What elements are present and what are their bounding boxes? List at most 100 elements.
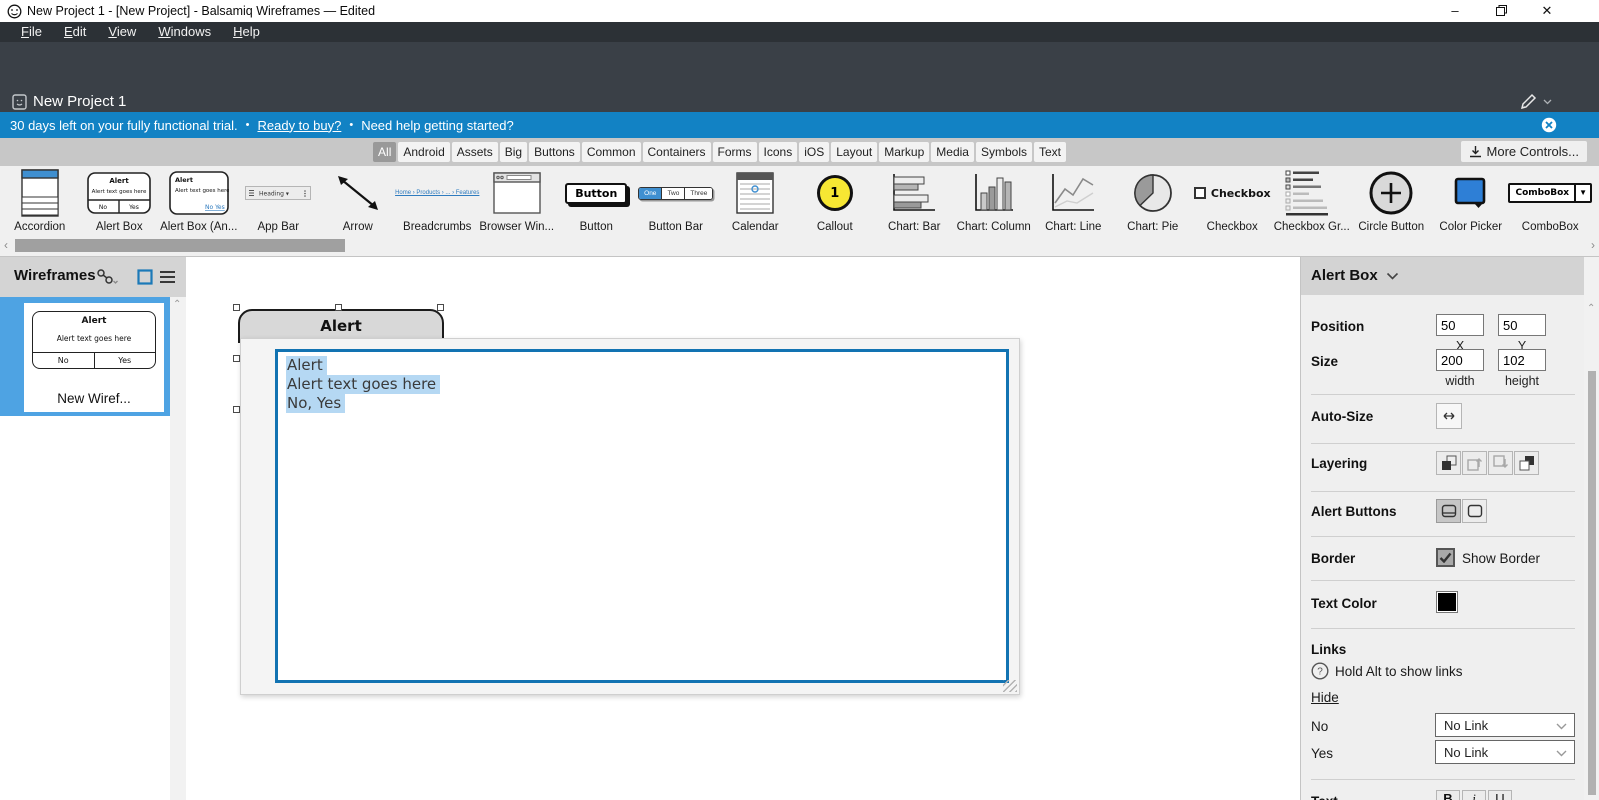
menubar: File Edit View Windows Help [0,22,1599,42]
italic-button[interactable]: i [1462,790,1486,800]
layering-front-button[interactable] [1436,451,1461,475]
selection-handle[interactable] [233,355,240,362]
palette-item-chart-bar[interactable]: Chart: Bar [875,166,955,236]
palette-item-button-bar[interactable]: One Two Three Button Bar [636,166,716,236]
palette-item-callout[interactable]: 1 Callout [795,166,875,236]
palette-item-chart-line[interactable]: Chart: Line [1034,166,1114,236]
selection-handle[interactable] [335,304,342,311]
tab-layout[interactable]: Layout [831,142,878,162]
position-x-input[interactable] [1436,314,1484,336]
window-titlebar: New Project 1 - [New Project] - Balsamiq… [0,0,1599,22]
menu-item-help[interactable]: Help [222,22,271,42]
scroll-up-icon[interactable]: ⌃ [173,299,181,310]
layering-back-button[interactable] [1514,451,1539,475]
tab-common[interactable]: Common [581,142,641,162]
edit-line: Alert [286,356,327,375]
divider [1311,580,1575,581]
show-border-checkbox[interactable] [1436,548,1455,567]
palette-item-checkbox-group[interactable]: Checkbox Gr... [1272,166,1352,236]
palette-item-button[interactable]: Button Button [557,166,637,236]
app-icon [7,4,22,19]
palette-item-alert-box-android[interactable]: Alert Alert text goes here No Yes Alert … [159,166,239,236]
scroll-left-icon[interactable]: ‹ [4,238,8,252]
position-y-input[interactable] [1498,314,1546,336]
tab-media[interactable]: Media [931,142,974,162]
wireframe-skin-button[interactable] [1518,92,1554,114]
tab-big[interactable]: Big [499,142,528,162]
thumbnail-view-button[interactable] [137,269,153,285]
palette-item-calendar[interactable]: Calendar [716,166,796,236]
minimize-button[interactable]: – [1438,0,1472,22]
selection-handle[interactable] [233,406,240,413]
scroll-right-icon[interactable]: › [1591,238,1595,252]
palette-item-color-picker[interactable]: Color Picker [1431,166,1511,236]
svg-text:Yes: Yes [128,204,139,211]
close-button[interactable]: ✕ [1530,0,1564,22]
edit-line: No, Yes [286,394,346,413]
inspector-scrollbar[interactable]: ⌃ [1584,257,1599,800]
tab-ios[interactable]: iOS [799,142,830,162]
canvas[interactable]: Alert Alert Alert text goes here No, Yes [186,257,1300,800]
palette-item-app-bar[interactable]: Heading ▾ App Bar [239,166,319,236]
scroll-up-icon[interactable]: ⌃ [1587,303,1595,314]
tab-assets[interactable]: Assets [451,142,498,162]
ready-to-buy-link[interactable]: Ready to buy? [257,118,341,133]
help-getting-started-text[interactable]: Need help getting started? [361,118,514,133]
inspector-scrollbar-thumb[interactable] [1588,371,1596,795]
hierarchy-icon[interactable] [96,268,118,286]
palette-item-alert-box[interactable]: Alert Alert text goes here No Yes Alert … [80,166,160,236]
tab-all[interactable]: All [373,142,397,162]
inspector-header[interactable]: Alert Box [1301,257,1584,295]
yes-link-select[interactable]: No Link [1435,740,1575,764]
banner-close-button[interactable] [1541,117,1557,133]
wireframe-thumbnail[interactable]: Alert Alert text goes here No Yes New Wi… [0,297,170,416]
layering-forward-button[interactable] [1462,451,1487,475]
palette-item-accordion[interactable]: Accordion [0,166,80,236]
edit-textarea[interactable]: Alert Alert text goes here No, Yes [275,349,1009,683]
menu-item-view[interactable]: View [97,22,147,42]
wireframes-scrollbar[interactable]: ⌃ [170,297,186,800]
link-yes-label: Yes [1311,746,1334,761]
palette-item-chart-column[interactable]: Chart: Column [954,166,1034,236]
tab-symbols[interactable]: Symbols [975,142,1032,162]
selection-handle[interactable] [437,304,444,311]
autosize-button[interactable] [1436,403,1462,429]
palette-item-browser-window[interactable]: Browser Win... [477,166,557,236]
underline-button[interactable]: U [1488,790,1512,800]
bold-button[interactable]: B [1436,790,1460,800]
selection-handle[interactable] [233,304,240,311]
send-backward-icon [1492,455,1508,468]
more-controls-button[interactable]: More Controls... [1460,141,1587,162]
layering-backward-button[interactable] [1488,451,1513,475]
palette-item-circle-button[interactable]: Circle Button [1352,166,1432,236]
no-link-select[interactable]: No Link [1435,713,1575,737]
tab-markup[interactable]: Markup [879,142,930,162]
alert-style-plain[interactable] [1462,499,1487,523]
tab-icons[interactable]: Icons [758,142,798,162]
list-view-button[interactable] [159,269,176,285]
menu-item-windows[interactable]: Windows [147,22,222,42]
wireframe-name[interactable]: New Wiref... [24,391,164,406]
text-color-swatch[interactable] [1436,591,1458,613]
tab-forms[interactable]: Forms [712,142,757,162]
palette-item-breadcrumbs[interactable]: Home › Products › ... › Features Breadcr… [395,166,479,236]
tab-android[interactable]: Android [398,142,450,162]
height-input[interactable] [1498,349,1546,371]
palette-item-combobox[interactable]: ComboBox ▼ ComboBox [1508,166,1593,236]
palette-scrollbar-thumb[interactable] [15,239,345,252]
alert-style-buttons-bottom[interactable] [1436,499,1461,523]
menu-item-edit[interactable]: Edit [53,22,97,42]
resize-grip[interactable] [1003,680,1017,692]
palette-item-checkbox[interactable]: Checkbox Checkbox [1193,166,1273,236]
palette-item-chart-pie[interactable]: Chart: Pie [1113,166,1193,236]
tab-containers[interactable]: Containers [642,142,711,162]
links-hide-link[interactable]: Hide [1311,690,1339,705]
palette-scrollbar[interactable]: ‹ › [0,236,1599,256]
palette-item-arrow[interactable]: Arrow [318,166,398,236]
maximize-button[interactable] [1484,0,1518,22]
menu-item-file[interactable]: File [10,22,53,42]
tab-text[interactable]: Text [1033,142,1066,162]
width-input[interactable] [1436,349,1484,371]
tab-buttons[interactable]: Buttons [529,142,580,162]
bullet: • [245,119,250,131]
